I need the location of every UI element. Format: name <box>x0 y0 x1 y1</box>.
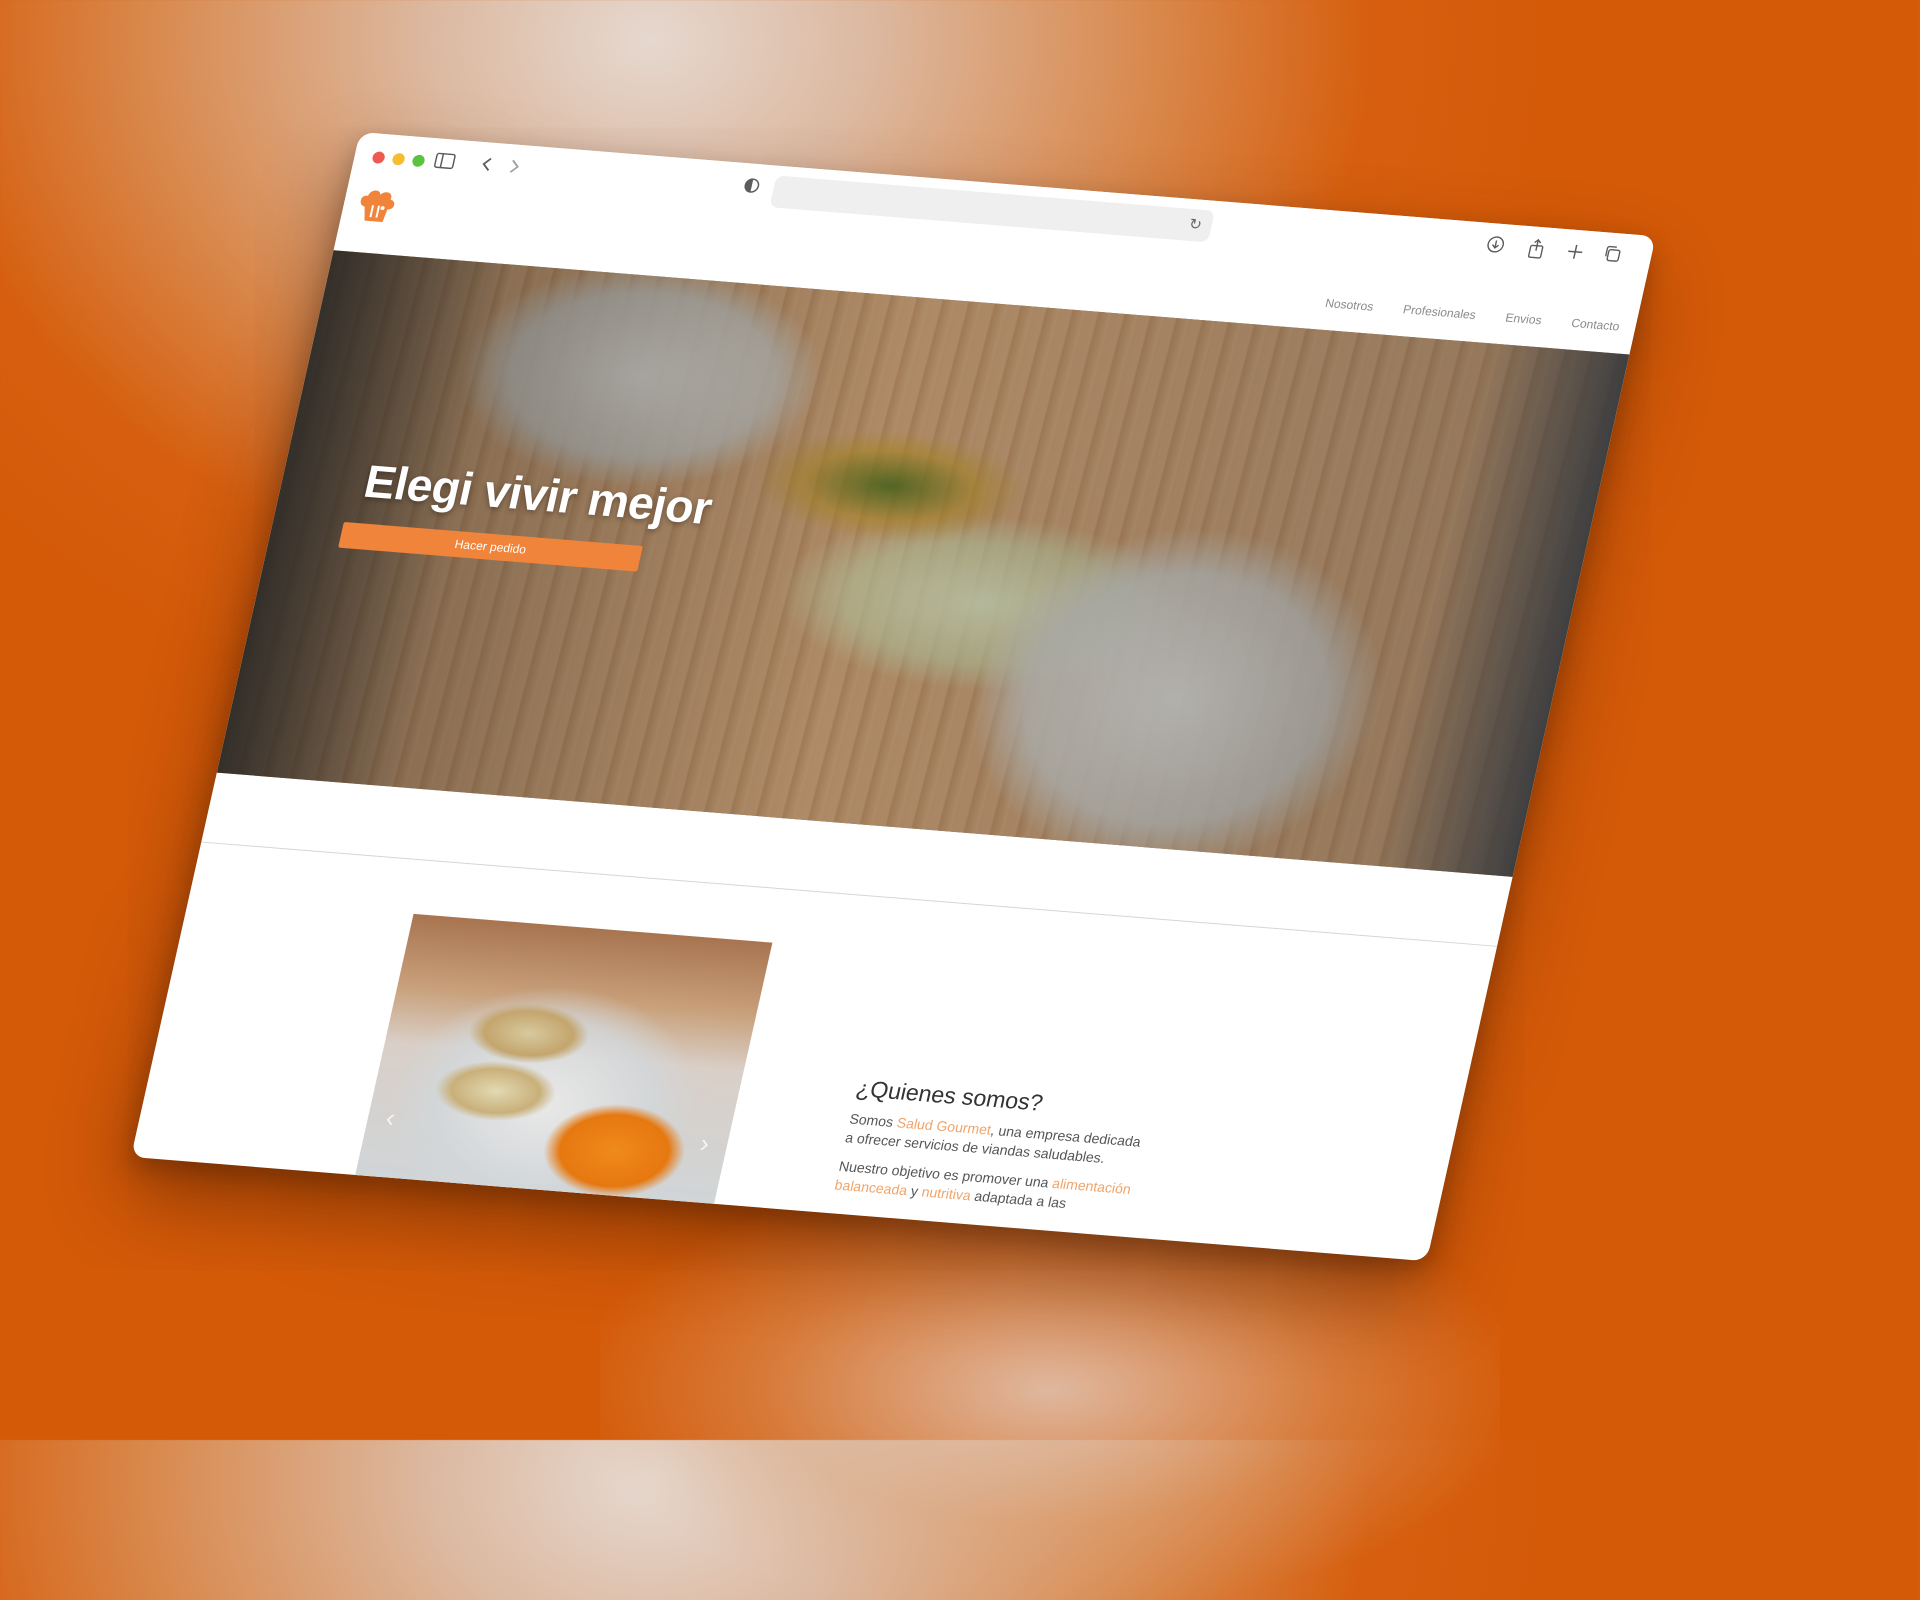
nav-link-profesionales[interactable]: Profesionales <box>1402 302 1478 322</box>
back-button[interactable] <box>478 154 495 179</box>
download-icon[interactable] <box>1483 235 1506 260</box>
shield-half-icon[interactable] <box>741 175 762 200</box>
nutritious-highlight: nutritiva <box>920 1183 973 1204</box>
hero-banner: Elegi vivir mejor Hacer pedido <box>216 250 1630 877</box>
chevron-left-icon <box>482 157 492 171</box>
browser-window: ↻ Nosotros Profesionales Envios Contacto… <box>130 132 1656 1262</box>
nav-link-nosotros[interactable]: Nosotros <box>1324 296 1375 314</box>
tab-overview-icon[interactable] <box>1600 244 1623 269</box>
minimize-window-button[interactable] <box>391 152 406 166</box>
chef-hat-logo-icon[interactable] <box>354 188 399 225</box>
about-p1-text: Somos <box>848 1110 899 1131</box>
sidebar-icon[interactable] <box>432 150 457 175</box>
carousel-next-icon[interactable]: › <box>697 1128 712 1159</box>
nav-link-contacto[interactable]: Contacto <box>1570 316 1621 334</box>
reload-icon[interactable]: ↻ <box>1187 215 1204 234</box>
carousel-prev-icon[interactable]: ‹ <box>383 1103 398 1134</box>
chevron-right-icon <box>509 159 519 173</box>
about-carousel[interactable]: ‹ › <box>349 913 773 1229</box>
nav-links: Nosotros Profesionales Envios Contacto <box>1324 296 1621 333</box>
forward-button[interactable] <box>506 156 523 181</box>
share-icon[interactable] <box>1525 238 1547 265</box>
nav-link-envios[interactable]: Envios <box>1504 311 1543 328</box>
window-controls <box>371 151 426 168</box>
about-section: ¿Quienes somos? Somos Salud Gourmet, una… <box>831 1075 1159 1228</box>
close-window-button[interactable] <box>371 151 386 164</box>
new-tab-icon[interactable] <box>1564 241 1585 266</box>
zoom-window-button[interactable] <box>411 154 426 168</box>
